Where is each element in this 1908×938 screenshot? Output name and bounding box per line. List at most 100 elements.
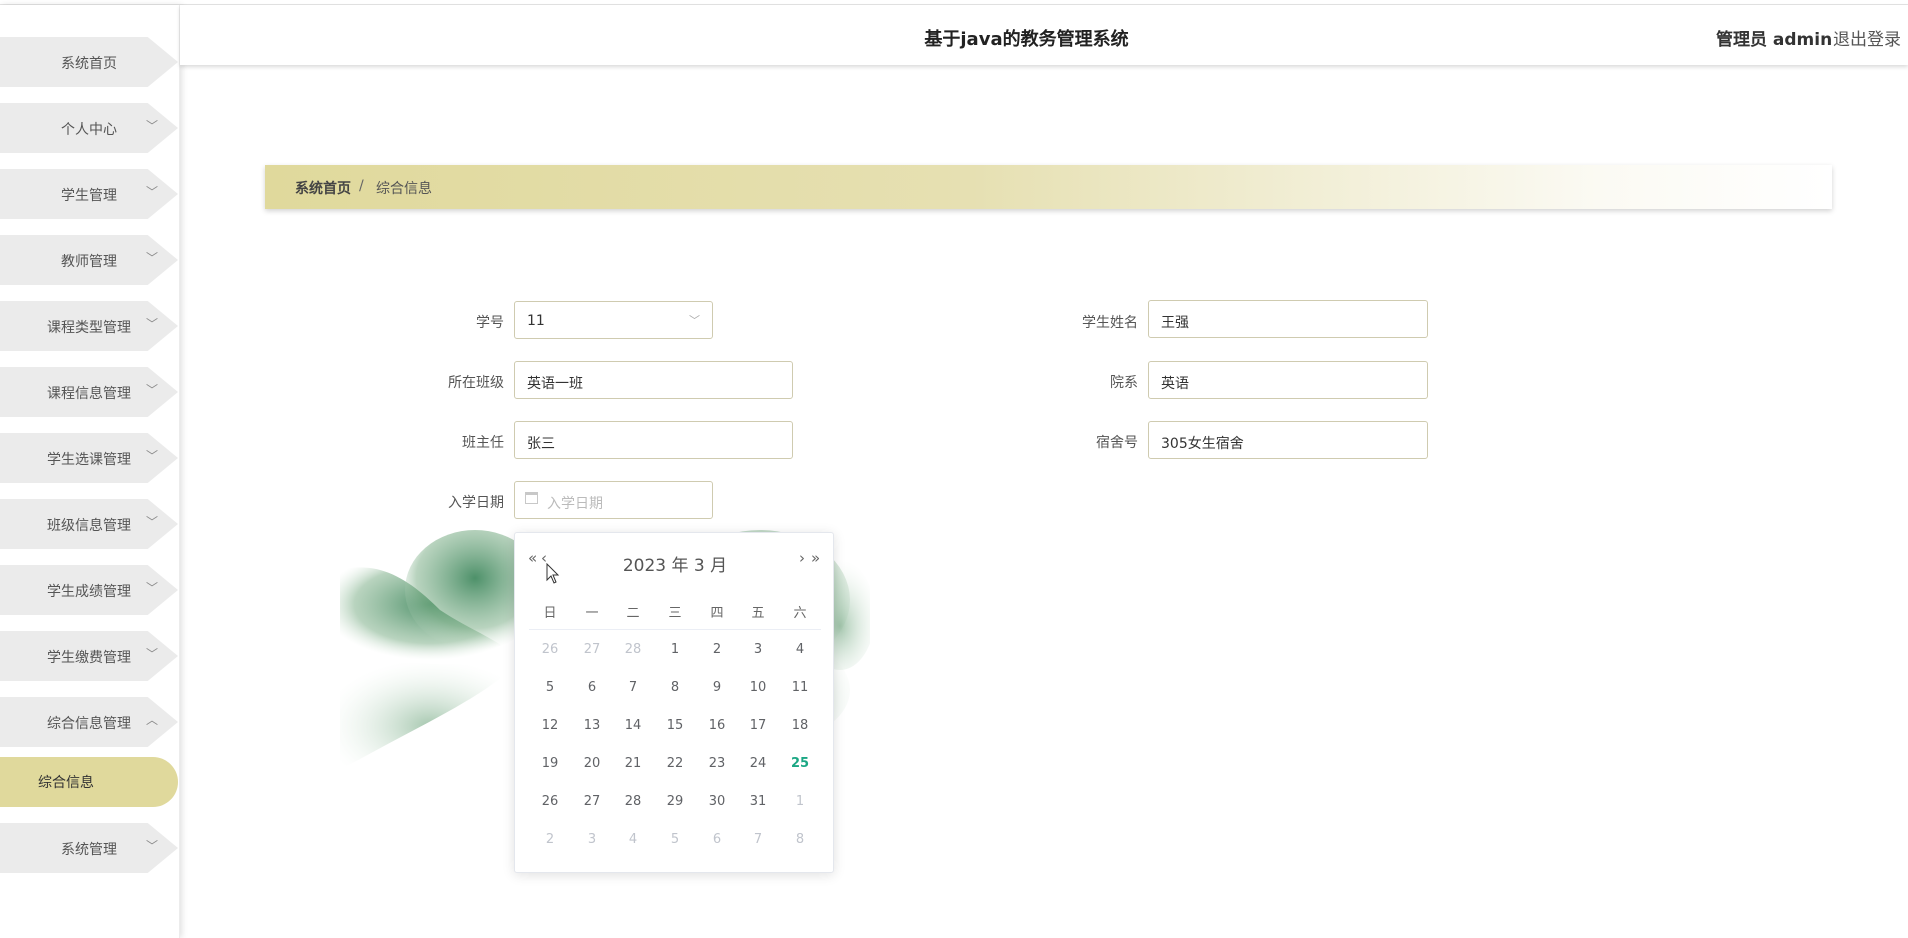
date-cell[interactable]: 1: [655, 642, 695, 657]
date-picker-divider: [529, 629, 821, 630]
sidebar-item-personal-center[interactable]: 个人中心 ﹀: [0, 103, 178, 153]
current-user: 管理员 admin: [1716, 30, 1833, 50]
class-value: 英语一班: [527, 376, 583, 392]
next-year-button[interactable]: »: [811, 549, 820, 567]
date-cell[interactable]: 23: [697, 756, 737, 771]
date-cell[interactable]: 1: [780, 794, 820, 809]
date-cell[interactable]: 11: [780, 680, 820, 695]
date-cell[interactable]: 15: [655, 718, 695, 733]
sidebar-item-home[interactable]: 系统首页: [0, 37, 178, 87]
department-value: 英语: [1161, 376, 1189, 392]
date-cell[interactable]: 31: [738, 794, 778, 809]
sidebar-menu: 系统首页 个人中心 ﹀ 学生管理 ﹀ 教师管理 ﹀ 课程类型管理 ﹀ 课程信息管…: [0, 5, 180, 938]
date-cell[interactable]: 16: [697, 718, 737, 733]
date-cell[interactable]: 26: [530, 794, 570, 809]
date-cell[interactable]: 24: [738, 756, 778, 771]
chevron-down-icon: ﹀: [146, 251, 159, 265]
chevron-down-icon: ﹀: [146, 515, 159, 529]
sidebar-item-class-info[interactable]: 班级信息管理 ﹀: [0, 499, 178, 549]
date-cell[interactable]: 27: [572, 642, 612, 657]
date-cell[interactable]: 14: [613, 718, 653, 733]
chevron-down-icon: ﹀: [146, 449, 159, 463]
department-field[interactable]: 英语: [1148, 361, 1428, 399]
date-cell[interactable]: 3: [738, 642, 778, 657]
date-cell[interactable]: 6: [572, 680, 612, 695]
breadcrumb: 系统首页 / 综合信息: [265, 165, 1832, 209]
student-no-label: 学号: [476, 315, 504, 331]
sidebar-subitem-comprehensive-info[interactable]: 综合信息: [0, 757, 178, 807]
dorm-value: 305女生宿舍: [1161, 436, 1244, 452]
weekday-header: 三: [668, 606, 682, 621]
date-cell[interactable]: 20: [572, 756, 612, 771]
date-cell[interactable]: 5: [530, 680, 570, 695]
date-cell[interactable]: 7: [613, 680, 653, 695]
weekday-header: 日: [543, 606, 557, 621]
sidebar-item-fees[interactable]: 学生缴费管理 ﹀: [0, 631, 178, 681]
date-cell[interactable]: 13: [572, 718, 612, 733]
sidebar-subitem-label: 综合信息: [38, 775, 94, 791]
date-cell[interactable]: 4: [780, 642, 820, 657]
date-cell[interactable]: 26: [530, 642, 570, 657]
date-cell[interactable]: 17: [738, 718, 778, 733]
mouse-cursor-icon: [546, 563, 560, 584]
date-cell[interactable]: 10: [738, 680, 778, 695]
sidebar-item-grades[interactable]: 学生成绩管理 ﹀: [0, 565, 178, 615]
head-teacher-value: 张三: [527, 436, 555, 452]
date-cell[interactable]: 30: [697, 794, 737, 809]
dorm-label: 宿舍号: [1096, 435, 1138, 451]
date-picker-header: 2023 年 3 月: [622, 556, 728, 576]
app-title: 基于java的教务管理系统: [924, 29, 1129, 50]
department-label: 院系: [1110, 375, 1138, 391]
student-name-field[interactable]: 王强: [1148, 300, 1428, 338]
date-cell[interactable]: 29: [655, 794, 695, 809]
date-cell[interactable]: 4: [613, 832, 653, 847]
sidebar-item-teacher[interactable]: 教师管理 ﹀: [0, 235, 178, 285]
weekday-header: 一: [585, 606, 599, 621]
class-label: 所在班级: [448, 375, 504, 391]
date-cell[interactable]: 7: [738, 832, 778, 847]
dorm-field[interactable]: 305女生宿舍: [1148, 421, 1428, 459]
date-cell[interactable]: 8: [780, 832, 820, 847]
class-field[interactable]: 英语一班: [514, 361, 793, 399]
date-cell[interactable]: 2: [530, 832, 570, 847]
next-month-button[interactable]: ›: [799, 549, 805, 567]
chevron-down-icon: ﹀: [146, 317, 159, 331]
sidebar-item-course-selection[interactable]: 学生选课管理 ﹀: [0, 433, 178, 483]
top-header: 基于java的教务管理系统 管理员 admin 退出登录: [180, 5, 1908, 65]
date-cell[interactable]: 19: [530, 756, 570, 771]
date-cell[interactable]: 28: [613, 642, 653, 657]
date-cell[interactable]: 28: [613, 794, 653, 809]
date-cell[interactable]: 5: [655, 832, 695, 847]
date-cell[interactable]: 25: [780, 756, 820, 771]
enroll-date-picker-input[interactable]: 入学日期: [514, 481, 713, 519]
date-cell[interactable]: 9: [697, 680, 737, 695]
date-cell[interactable]: 2: [697, 642, 737, 657]
student-name-value: 王强: [1161, 315, 1189, 331]
chevron-down-icon: ﹀: [146, 581, 159, 595]
sidebar-item-course-type[interactable]: 课程类型管理 ﹀: [0, 301, 178, 351]
date-cell[interactable]: 6: [697, 832, 737, 847]
date-cell[interactable]: 18: [780, 718, 820, 733]
date-cell[interactable]: 22: [655, 756, 695, 771]
date-cell[interactable]: 21: [613, 756, 653, 771]
sidebar-item-student[interactable]: 学生管理 ﹀: [0, 169, 178, 219]
sidebar-item-course-info[interactable]: 课程信息管理 ﹀: [0, 367, 178, 417]
date-cell[interactable]: 3: [572, 832, 612, 847]
date-cell[interactable]: 12: [530, 718, 570, 733]
logout-link[interactable]: 退出登录: [1833, 25, 1901, 50]
sidebar-item-comprehensive[interactable]: 综合信息管理 ︿: [0, 697, 178, 747]
chevron-down-icon: ﹀: [146, 383, 159, 397]
breadcrumb-home-link[interactable]: 系统首页: [295, 178, 351, 198]
date-cell[interactable]: 27: [572, 794, 612, 809]
enroll-date-placeholder: 入学日期: [547, 496, 603, 512]
student-name-label: 学生姓名: [1082, 315, 1138, 331]
sidebar-item-system[interactable]: 系统管理 ﹀: [0, 823, 178, 873]
date-cell[interactable]: 8: [655, 680, 695, 695]
chevron-down-icon: ﹀: [689, 314, 700, 327]
enroll-date-label: 入学日期: [448, 495, 504, 511]
head-teacher-label: 班主任: [462, 435, 504, 451]
calendar-icon: [525, 492, 538, 504]
student-no-select[interactable]: 11 ﹀: [514, 301, 713, 339]
head-teacher-field[interactable]: 张三: [514, 421, 793, 459]
breadcrumb-current: 综合信息: [376, 181, 432, 197]
